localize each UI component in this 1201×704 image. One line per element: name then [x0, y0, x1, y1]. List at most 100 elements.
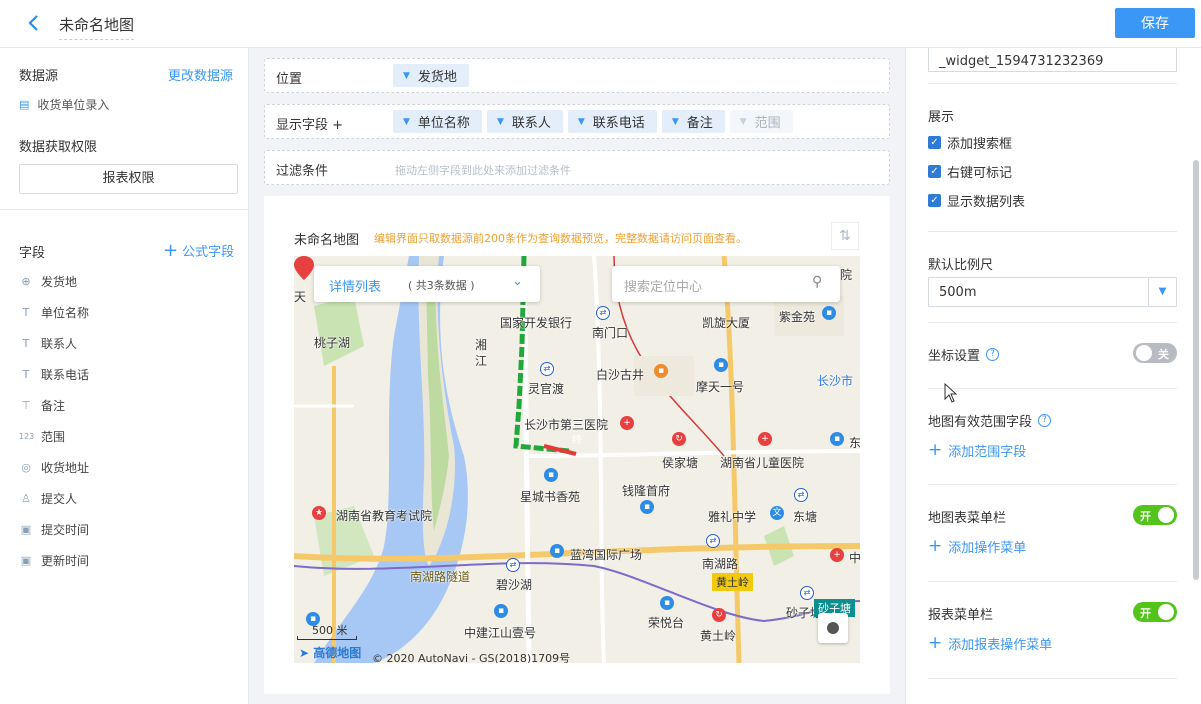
metro-icon[interactable]: ⇄: [794, 488, 808, 502]
left-panel: 数据源 更改数据源 ▤ 收货单位录入 数据获取权限 报表权限 字段 + 公式字段…: [0, 48, 249, 704]
help-icon[interactable]: ?: [1038, 414, 1052, 427]
caret-down-icon: ▼: [739, 116, 747, 127]
poi-icon[interactable]: ▪: [822, 306, 836, 320]
double-chevron-down-icon[interactable]: ⌄: [512, 274, 523, 289]
metro-icon[interactable]: ⇄: [596, 306, 610, 320]
poi-icon[interactable]: ▪: [640, 500, 654, 514]
save-button[interactable]: 保存: [1115, 8, 1195, 38]
search-icon[interactable]: ⚲: [812, 274, 822, 290]
metro-transfer-icon[interactable]: ↻: [672, 432, 686, 446]
metro-icon[interactable]: ⇄: [800, 586, 814, 600]
display-fields-row[interactable]: 显示字段 + ▼ 单位名称 ▼ 联系人 ▼ 联系电话 ▼ 备注 ▼ 范围: [264, 104, 890, 139]
hospital-icon[interactable]: +: [758, 432, 772, 446]
change-datasource-link[interactable]: 更改数据源: [168, 65, 233, 84]
caret-down-icon: ▼: [577, 116, 585, 127]
map-menu-toggle[interactable]: 开: [1133, 505, 1177, 525]
map-view[interactable]: 详情列表 ( 共3条数据 ) ⌄ 搜索定位中心 ⚲ 国家开发银行 南门口 凯旋大…: [294, 256, 860, 663]
metro-transfer-icon[interactable]: ↻: [712, 608, 726, 622]
right-panel: _widget_1594731232369 展示 ✓ 添加搜索框 ✓ 右键可标记 ✓…: [905, 40, 1201, 704]
end-marker-label: 终: [572, 435, 582, 446]
position-row[interactable]: 位置 ▼ 发货地: [264, 58, 890, 93]
checkbox-checked-icon[interactable]: ✓: [928, 165, 941, 178]
map-scale-bar: [297, 636, 357, 640]
map-label: 灵官渡: [528, 382, 565, 396]
datasource-item[interactable]: ▤ 收货单位录入: [19, 96, 109, 113]
caret-down-icon: ▼: [496, 116, 504, 127]
report-permission-button[interactable]: 报表权限: [19, 164, 238, 194]
field-item[interactable]: T 联系人: [19, 328, 89, 359]
coord-toggle[interactable]: 关: [1133, 343, 1177, 363]
locate-button[interactable]: [818, 613, 848, 643]
add-report-menu-button[interactable]: + 添加报表操作菜单: [928, 634, 1052, 654]
back-arrow-icon[interactable]: [24, 13, 44, 33]
field-item[interactable]: ⊤ 备注: [19, 390, 89, 421]
report-menu-toggle[interactable]: 开: [1133, 602, 1177, 622]
caret-down-icon[interactable]: ▼: [1148, 278, 1176, 306]
position-chip[interactable]: ▼ 发货地: [393, 64, 469, 87]
road-label: 南湖路隧道: [410, 570, 471, 584]
field-item[interactable]: 123 范围: [19, 421, 89, 452]
field-item[interactable]: ◎ 收货地址: [19, 452, 89, 483]
field-item[interactable]: T 联系电话: [19, 359, 89, 390]
poi-icon[interactable]: ▪: [544, 468, 558, 482]
poi-icon[interactable]: ▪: [550, 544, 564, 558]
poi-icon[interactable]: ★: [312, 506, 326, 520]
toggle-knob: [1158, 604, 1174, 620]
amap-logo: ➤ 高德地图: [299, 646, 362, 660]
field-item[interactable]: ♙ 提交人: [19, 483, 89, 514]
field-item[interactable]: ▣ 更新时间: [19, 545, 89, 576]
address-pin-icon: ◎: [21, 461, 31, 474]
map-label: 中: [849, 551, 860, 565]
checkbox-checked-icon[interactable]: ✓: [928, 194, 941, 207]
show-data-list-checkbox[interactable]: ✓ 显示数据列表: [928, 191, 1025, 210]
map-search-box[interactable]: 搜索定位中心 ⚲: [612, 266, 840, 302]
sort-icon[interactable]: ⇅: [831, 222, 859, 250]
add-range-field-button[interactable]: + 添加范围字段: [928, 441, 1026, 461]
end-marker-pin-icon[interactable]: [294, 256, 314, 280]
field-item[interactable]: ▣ 提交时间: [19, 514, 89, 545]
metro-icon[interactable]: ⇄: [540, 362, 554, 376]
help-icon[interactable]: ?: [986, 348, 1000, 361]
add-search-checkbox[interactable]: ✓ 添加搜索框: [928, 133, 1012, 152]
checkbox-checked-icon[interactable]: ✓: [928, 136, 941, 149]
poi-icon[interactable]: ▪: [660, 596, 674, 610]
scale-select[interactable]: 500m ▼: [928, 277, 1177, 307]
map-label: 白沙古井: [596, 368, 645, 382]
divider: [928, 388, 1177, 389]
field-item[interactable]: ⊕ 发货地: [19, 266, 89, 297]
poi-icon[interactable]: 文: [770, 506, 784, 520]
poi-icon[interactable]: ▪: [654, 364, 668, 378]
display-fields-label: 显示字段 +: [276, 118, 344, 133]
map-label: 湖南省教育考试院: [336, 509, 433, 523]
add-operation-menu-button[interactable]: + 添加操作菜单: [928, 537, 1026, 557]
display-chip-dragging[interactable]: ▼ 范围: [729, 110, 793, 133]
top-bar: 未命名地图 保存: [0, 0, 1201, 48]
metro-icon[interactable]: ⇄: [506, 558, 520, 572]
coord-settings-title: 坐标设置?: [928, 345, 1000, 364]
display-chip[interactable]: ▼ 单位名称: [393, 110, 482, 133]
map-label: 湘: [475, 338, 488, 352]
poi-icon[interactable]: ▪: [494, 604, 508, 618]
calendar-icon: ▣: [20, 554, 32, 567]
add-formula-field-button[interactable]: + 公式字段: [163, 241, 234, 260]
map-label: 侯家塘: [662, 456, 699, 470]
position-label: 位置: [276, 72, 303, 87]
divider: [928, 83, 1177, 84]
display-chip[interactable]: ▼ 联系电话: [567, 110, 657, 133]
display-chip[interactable]: ▼ 备注: [661, 110, 725, 133]
detail-list-panel[interactable]: 详情列表 ( 共3条数据 ) ⌄: [314, 266, 540, 302]
right-panel-scrollbar[interactable]: [1193, 160, 1199, 580]
hospital-icon[interactable]: +: [830, 548, 844, 562]
right-click-mark-checkbox[interactable]: ✓ 右键可标记: [928, 162, 1012, 181]
poi-icon[interactable]: ▪: [830, 432, 844, 446]
filter-row[interactable]: 过滤条件 拖动左侧字段到此处来添加过滤条件: [264, 150, 890, 185]
metro-icon[interactable]: ⇄: [706, 534, 720, 548]
field-item[interactable]: T 单位名称: [19, 297, 89, 328]
range-field-title: 地图有效范围字段?: [928, 411, 1052, 430]
permission-title: 数据获取权限: [19, 140, 98, 155]
display-chip[interactable]: ▼ 联系人: [486, 110, 563, 133]
map-title[interactable]: 未命名地图: [59, 14, 135, 40]
poi-icon[interactable]: ▪: [714, 358, 728, 372]
filter-hint: 拖动左侧字段到此处来添加过滤条件: [395, 164, 571, 177]
hospital-icon[interactable]: +: [620, 416, 634, 430]
